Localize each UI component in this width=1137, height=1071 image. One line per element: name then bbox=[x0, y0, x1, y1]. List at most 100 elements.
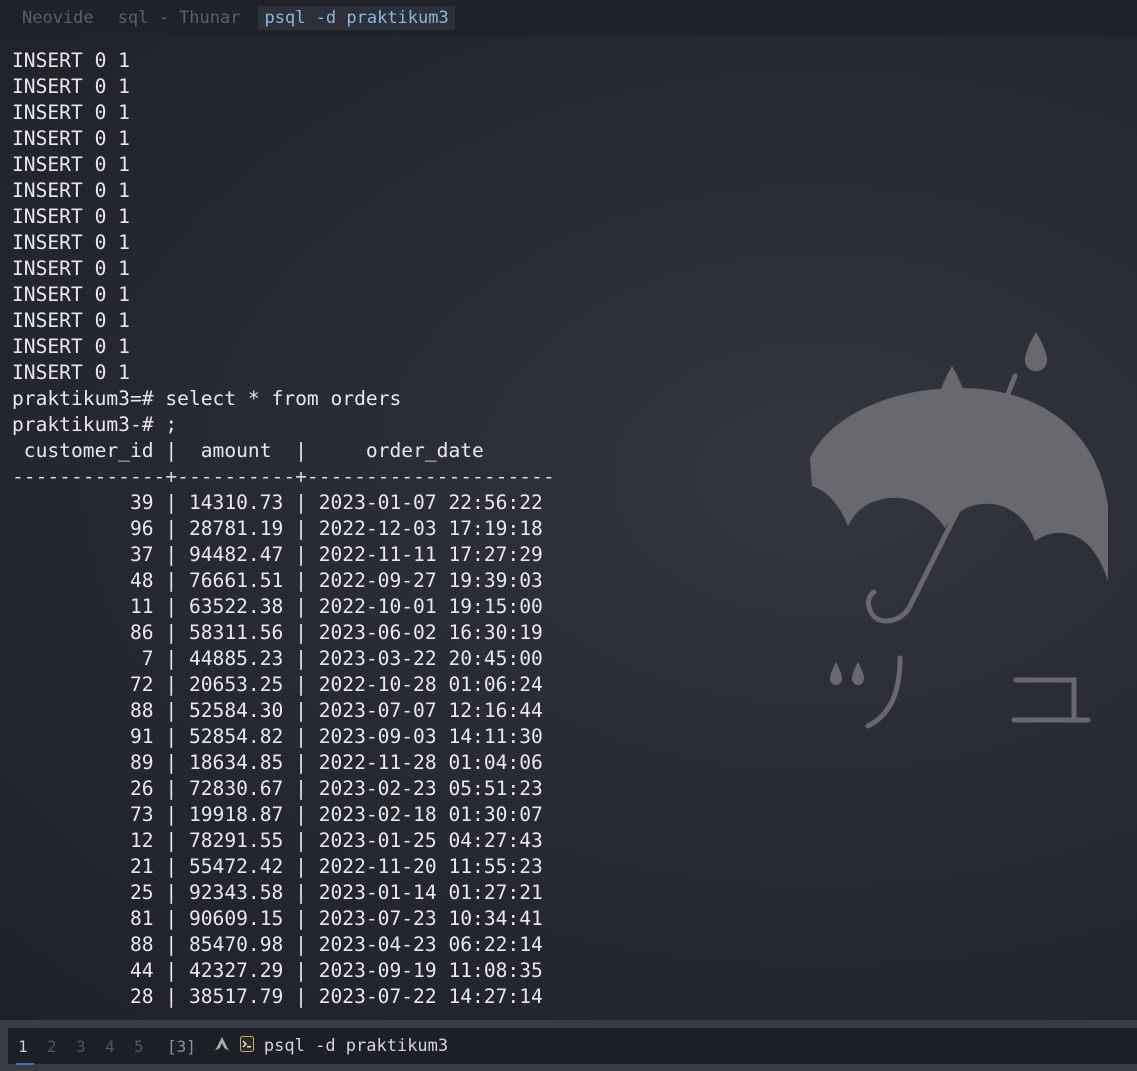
column-separator: | bbox=[153, 751, 189, 774]
terminal-icon bbox=[239, 1036, 254, 1056]
status-bar: 1 2 3 4 5 [3] psql -d praktikum3 bbox=[0, 1020, 1137, 1071]
cell-amount: 38517.79 bbox=[188, 985, 284, 1008]
table-row: 25 | 92343.58 | 2023-01-14 01:27:21 bbox=[12, 880, 555, 906]
window-tab-psql[interactable]: psql -d praktikum3 bbox=[258, 6, 455, 30]
table-row: 91 | 52854.82 | 2023-09-03 14:11:30 bbox=[12, 724, 555, 750]
cell-amount: 52584.30 bbox=[188, 699, 284, 722]
column-separator: | bbox=[283, 543, 319, 566]
window-tab-thunar[interactable]: sql - Thunar bbox=[112, 6, 247, 30]
column-separator: | bbox=[283, 595, 319, 618]
column-separator: | bbox=[283, 621, 319, 644]
insert-result-line: INSERT 0 1 bbox=[12, 127, 130, 150]
column-separator: | bbox=[283, 751, 319, 774]
cell-customer-id: 26 bbox=[129, 777, 154, 800]
column-separator: | bbox=[153, 985, 189, 1008]
column-separator: | bbox=[283, 491, 319, 514]
insert-result-line: INSERT 0 1 bbox=[12, 231, 130, 254]
column-separator: | bbox=[153, 673, 189, 696]
column-separator: | bbox=[153, 881, 189, 904]
table-row: 73 | 19918.87 | 2023-02-18 01:30:07 bbox=[12, 802, 555, 828]
column-separator: | bbox=[153, 829, 189, 852]
column-separator: | bbox=[283, 725, 319, 748]
column-separator: | bbox=[153, 725, 189, 748]
arch-logo-icon[interactable] bbox=[214, 1036, 230, 1056]
column-separator: | bbox=[153, 803, 189, 826]
cell-customer-id: 21 bbox=[129, 855, 154, 878]
table-row: 37 | 94482.47 | 2022-11-11 17:27:29 bbox=[12, 542, 555, 568]
column-separator: | bbox=[153, 959, 189, 982]
insert-result-line: INSERT 0 1 bbox=[12, 205, 130, 228]
cell-amount: 76661.51 bbox=[188, 569, 284, 592]
cell-customer-id: 39 bbox=[129, 491, 154, 514]
column-separator: | bbox=[283, 517, 319, 540]
table-row: 12 | 78291.55 | 2023-01-25 04:27:43 bbox=[12, 828, 555, 854]
cell-amount: 92343.58 bbox=[188, 881, 284, 904]
cell-order-date: 2023-06-02 16:30:19 bbox=[318, 621, 543, 644]
column-separator: | bbox=[283, 933, 319, 956]
table-divider: -------------+----------+---------------… bbox=[12, 465, 555, 488]
cell-customer-id: 96 bbox=[129, 517, 154, 540]
column-separator: | bbox=[153, 621, 189, 644]
table-row: 96 | 28781.19 | 2022-12-03 17:19:18 bbox=[12, 516, 555, 542]
cell-customer-id: 44 bbox=[129, 959, 154, 982]
cell-order-date: 2023-01-14 01:27:21 bbox=[318, 881, 543, 904]
cell-customer-id: 73 bbox=[129, 803, 154, 826]
cell-order-date: 2023-04-23 06:22:14 bbox=[318, 933, 543, 956]
column-separator: | bbox=[153, 569, 189, 592]
column-separator: | bbox=[283, 777, 319, 800]
column-separator: | bbox=[283, 959, 319, 982]
cell-customer-id: 86 bbox=[129, 621, 154, 644]
cell-amount: 52854.82 bbox=[188, 725, 284, 748]
cell-order-date: 2023-02-18 01:30:07 bbox=[318, 803, 543, 826]
window-tab-neovide[interactable]: Neovide bbox=[16, 6, 100, 30]
cell-amount: 18634.85 bbox=[188, 751, 284, 774]
cell-customer-id: 11 bbox=[129, 595, 154, 618]
cell-customer-id: 7 bbox=[141, 647, 154, 670]
table-row: 81 | 90609.15 | 2023-07-23 10:34:41 bbox=[12, 906, 555, 932]
workspace-5[interactable]: 5 bbox=[134, 1037, 163, 1056]
cell-customer-id: 25 bbox=[129, 881, 154, 904]
insert-result-line: INSERT 0 1 bbox=[12, 309, 130, 332]
table-row: 88 | 52584.30 | 2023-07-07 12:16:44 bbox=[12, 698, 555, 724]
desktop-screen: Neovide sql - Thunar psql -d praktikum3 bbox=[0, 0, 1137, 1071]
workspace-4[interactable]: 4 bbox=[105, 1037, 134, 1056]
cell-order-date: 2022-10-01 19:15:00 bbox=[318, 595, 543, 618]
cell-order-date: 2022-11-20 11:55:23 bbox=[318, 855, 543, 878]
column-separator: | bbox=[153, 777, 189, 800]
column-separator: | bbox=[283, 647, 319, 670]
column-separator: | bbox=[283, 829, 319, 852]
insert-result-line: INSERT 0 1 bbox=[12, 153, 130, 176]
terminal-window[interactable]: INSERT 0 1 INSERT 0 1 INSERT 0 1 INSERT 0 1… bbox=[0, 36, 1137, 1020]
column-separator: | bbox=[283, 699, 319, 722]
cell-customer-id: 37 bbox=[129, 543, 154, 566]
column-separator: | bbox=[153, 517, 189, 540]
column-separator: | bbox=[153, 855, 189, 878]
cell-customer-id: 91 bbox=[129, 725, 154, 748]
column-separator: | bbox=[283, 881, 319, 904]
cell-customer-id: 48 bbox=[129, 569, 154, 592]
prompt-command-line: praktikum3=# select * from orders bbox=[12, 387, 402, 410]
cell-order-date: 2023-07-22 14:27:14 bbox=[318, 985, 543, 1008]
cell-amount: 90609.15 bbox=[188, 907, 284, 930]
cell-amount: 28781.19 bbox=[188, 517, 284, 540]
cell-amount: 58311.56 bbox=[188, 621, 284, 644]
table-row: 26 | 72830.67 | 2023-02-23 05:51:23 bbox=[12, 776, 555, 802]
cell-order-date: 2022-09-27 19:39:03 bbox=[318, 569, 543, 592]
cell-amount: 85470.98 bbox=[188, 933, 284, 956]
table-row: 7 | 44885.23 | 2023-03-22 20:45:00 bbox=[12, 646, 555, 672]
cell-customer-id: 89 bbox=[129, 751, 154, 774]
column-separator: | bbox=[153, 491, 189, 514]
workspace-3[interactable]: 3 bbox=[76, 1037, 105, 1056]
column-separator: | bbox=[283, 985, 319, 1008]
workspace-2[interactable]: 2 bbox=[47, 1037, 76, 1056]
column-separator: | bbox=[153, 933, 189, 956]
table-row: 28 | 38517.79 | 2023-07-22 14:27:14 bbox=[12, 984, 555, 1010]
cell-order-date: 2022-12-03 17:19:18 bbox=[318, 517, 543, 540]
cell-customer-id: 88 bbox=[129, 933, 154, 956]
cell-order-date: 2023-01-25 04:27:43 bbox=[318, 829, 543, 852]
insert-result-line: INSERT 0 1 bbox=[12, 75, 130, 98]
table-row: 21 | 55472.42 | 2022-11-20 11:55:23 bbox=[12, 854, 555, 880]
layout-indicator[interactable]: [3] bbox=[167, 1037, 196, 1056]
cell-customer-id: 12 bbox=[129, 829, 154, 852]
workspace-1[interactable]: 1 bbox=[16, 1037, 47, 1065]
